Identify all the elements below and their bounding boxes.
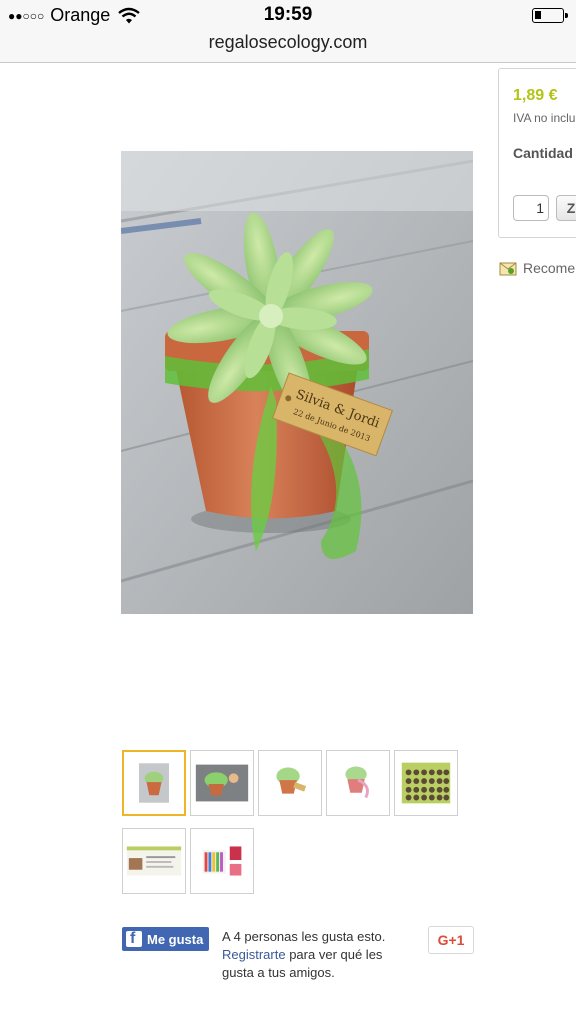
facebook-like-label: Me gusta xyxy=(147,931,204,947)
recommend-label: Recome xyxy=(523,260,576,276)
browser-header: ●●○○○ Orange 19:59 regalosecology.com xyxy=(0,0,576,63)
thumbnail-5[interactable] xyxy=(394,750,458,816)
google-plus-button[interactable]: G+1 xyxy=(428,926,474,954)
quantity-label: Cantidad xyxy=(513,145,573,161)
facebook-like-text: A 4 personas les gusta esto. Registrarte… xyxy=(222,928,412,982)
thumbnail-1[interactable] xyxy=(122,750,186,816)
thumbnail-6[interactable] xyxy=(122,828,186,894)
register-link[interactable]: Registrarte xyxy=(222,947,286,962)
recommend-icon xyxy=(499,262,517,276)
thumbnail-7[interactable] xyxy=(190,828,254,894)
thumbnail-4[interactable] xyxy=(326,750,390,816)
url-bar[interactable]: regalosecology.com xyxy=(0,32,576,53)
battery-icon xyxy=(532,8,568,23)
thumbnail-3[interactable] xyxy=(258,750,322,816)
recommend-link[interactable]: Recome xyxy=(499,260,575,276)
like-count-text: A 4 personas les gusta esto. xyxy=(222,929,386,944)
product-price: 1,89 € xyxy=(513,87,558,104)
status-clock: 19:59 xyxy=(263,4,313,25)
add-to-cart-button[interactable]: Z xyxy=(556,195,576,221)
facebook-icon: f xyxy=(126,930,142,947)
thumbnail-2[interactable] xyxy=(190,750,254,816)
facebook-like-button[interactable]: f Me gusta xyxy=(122,927,210,951)
product-image[interactable]: Silvia & Jordi 22 de Junio de 2013 xyxy=(121,151,473,614)
quantity-input[interactable] xyxy=(513,195,549,221)
tax-note: IVA no inclu xyxy=(513,111,576,125)
product-buy-box: 1,89 € IVA no inclu Cantidad Z xyxy=(498,68,576,238)
